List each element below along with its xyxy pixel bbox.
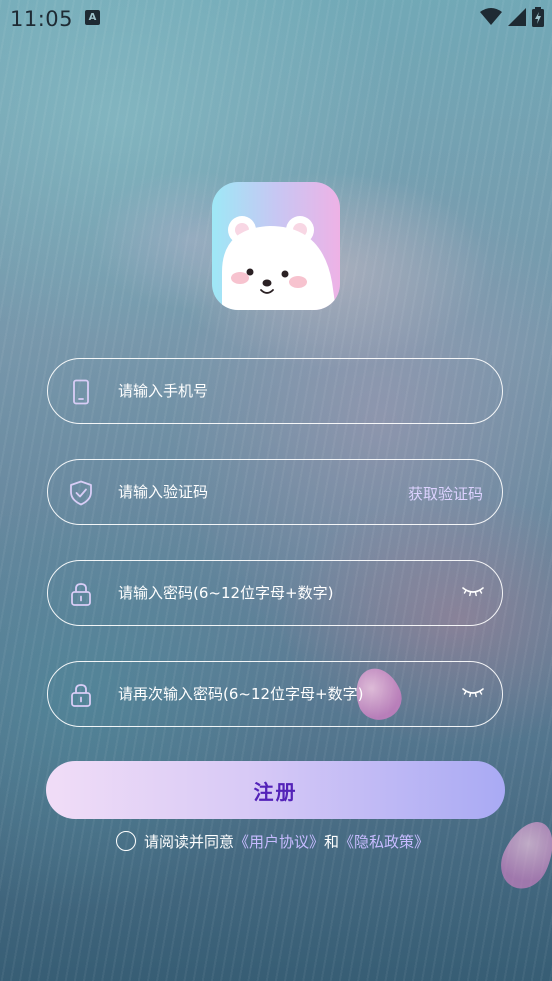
notification-icon-letter: A xyxy=(88,12,97,23)
terms-link[interactable]: 《用户协议》 xyxy=(234,831,324,852)
phone-input[interactable] xyxy=(118,359,388,423)
password-input[interactable] xyxy=(118,561,388,625)
phone-field[interactable] xyxy=(47,358,503,424)
privacy-link[interactable]: 《隐私政策》 xyxy=(339,831,429,852)
polar-bear-icon xyxy=(222,216,336,310)
eye-closed-icon[interactable] xyxy=(462,684,484,700)
confirm-password-input[interactable] xyxy=(118,662,388,726)
lock-icon xyxy=(71,583,91,606)
wifi-icon xyxy=(480,8,502,25)
signal-icon xyxy=(508,8,526,26)
app-logo xyxy=(212,182,340,310)
verification-code-field[interactable]: 获取验证码 xyxy=(47,459,503,525)
eye-closed-icon[interactable] xyxy=(462,583,484,599)
shield-check-icon xyxy=(70,480,92,506)
lock-icon xyxy=(71,684,91,707)
phone-icon xyxy=(73,379,89,405)
agreement-and-text: 和 xyxy=(324,832,340,851)
agreement-row: 请阅读并同意 《用户协议》 和 《隐私政策》 xyxy=(116,830,429,852)
verification-code-input[interactable] xyxy=(118,460,388,524)
agreement-prefix-text: 请阅读并同意 xyxy=(144,832,235,851)
password-field[interactable] xyxy=(47,560,503,626)
agreement-checkbox[interactable] xyxy=(116,831,136,851)
register-button[interactable]: 注册 xyxy=(46,761,505,819)
battery-charging-icon xyxy=(532,7,544,27)
status-time: 11:05 xyxy=(10,7,74,31)
get-code-button[interactable]: 获取验证码 xyxy=(408,483,483,504)
status-bar: 11:05 A xyxy=(0,0,552,36)
notification-icon: A xyxy=(85,10,100,25)
confirm-password-field[interactable] xyxy=(47,661,503,727)
